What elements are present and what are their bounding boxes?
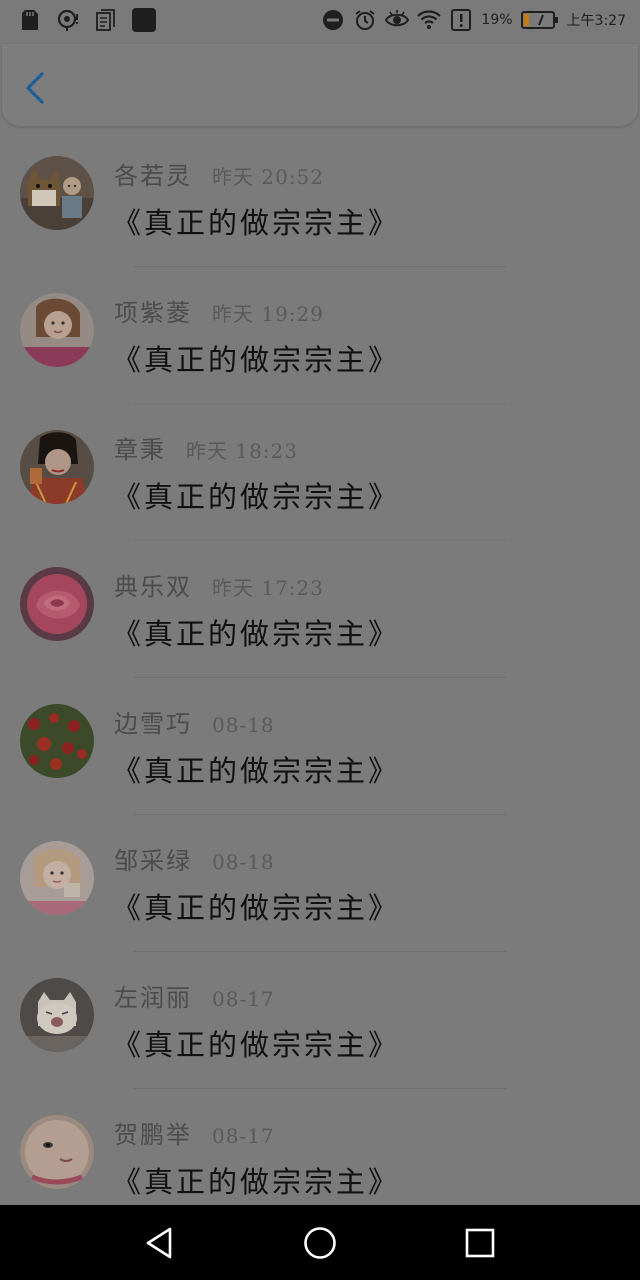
avatar[interactable] [20, 430, 94, 504]
app-icon [132, 8, 156, 32]
item-meta: 章秉 昨天 18:23 [114, 430, 298, 465]
item-meta: 左润丽 08-17 [114, 978, 275, 1013]
timestamp: 昨天 18:23 [186, 439, 298, 463]
timestamp: 昨天 19:29 [212, 302, 324, 326]
user-name: 典乐双 [114, 573, 192, 601]
wifi-icon [417, 10, 442, 29]
timestamp: 08-18 [212, 850, 275, 874]
navigation-bar [0, 1205, 640, 1280]
item-meta: 项紫菱 昨天 19:29 [114, 293, 324, 328]
recents-square-icon[interactable] [460, 1223, 500, 1263]
list-item[interactable]: 各若灵 昨天 20:52 《真正的做宗宗主》 [0, 130, 640, 267]
list-item[interactable]: 典乐双 昨天 17:23 《真正的做宗宗主》 [0, 541, 640, 678]
message-content: 《真正的做宗宗主》 [112, 754, 401, 788]
status-right-icons: 19% 上午3:27 [321, 8, 626, 32]
document-icon [96, 9, 115, 31]
user-name: 邹采绿 [114, 847, 192, 875]
avatar[interactable] [20, 567, 94, 641]
alert-icon [451, 9, 472, 31]
battery-icon [520, 11, 558, 29]
user-name: 项紫菱 [114, 299, 192, 327]
timestamp: 昨天 17:23 [212, 576, 324, 600]
status-time: 上午3:27 [566, 13, 626, 29]
item-meta: 边雪巧 08-18 [114, 704, 275, 739]
message-content: 《真正的做宗宗主》 [112, 206, 401, 240]
location-icon [57, 9, 79, 31]
user-name: 贺鹏举 [114, 1121, 192, 1149]
sd-card-icon [22, 10, 38, 30]
avatar[interactable] [20, 978, 94, 1052]
chevron-left-icon[interactable] [18, 68, 54, 108]
alarm-icon [355, 10, 376, 30]
back-triangle-icon[interactable] [140, 1223, 180, 1263]
item-meta: 贺鹏举 08-17 [114, 1115, 275, 1150]
message-content: 《真正的做宗宗主》 [112, 480, 401, 514]
avatar[interactable] [20, 293, 94, 367]
list-item[interactable]: 边雪巧 08-18 《真正的做宗宗主》 [0, 678, 640, 815]
battery-percent: 19% [481, 12, 513, 28]
user-name: 各若灵 [114, 162, 192, 190]
message-content: 《真正的做宗宗主》 [112, 891, 401, 925]
message-list: 各若灵 昨天 20:52 《真正的做宗宗主》 项紫菱 昨天 19:29 《真正的做宗宗主》… [0, 130, 640, 1226]
message-content: 《真正的做宗宗主》 [112, 1028, 401, 1062]
timestamp: 08-17 [212, 1124, 275, 1148]
item-meta: 邹采绿 08-18 [114, 841, 275, 876]
avatar[interactable] [20, 704, 94, 778]
timestamp: 昨天 20:52 [212, 165, 324, 189]
list-item[interactable]: 章秉 昨天 18:23 《真正的做宗宗主》 [0, 404, 640, 541]
item-meta: 各若灵 昨天 20:52 [114, 156, 324, 191]
timestamp: 08-17 [212, 987, 275, 1011]
avatar[interactable] [20, 1115, 94, 1189]
timestamp: 08-18 [212, 713, 275, 737]
eye-icon [385, 10, 410, 27]
user-name: 左润丽 [114, 984, 192, 1012]
status-left-icons [18, 8, 156, 32]
message-content: 《真正的做宗宗主》 [112, 617, 401, 651]
user-name: 章秉 [114, 436, 166, 464]
list-item[interactable]: 左润丽 08-17 《真正的做宗宗主》 [0, 952, 640, 1089]
status-bar: 19% 上午3:27 [0, 0, 640, 44]
item-meta: 典乐双 昨天 17:23 [114, 567, 324, 602]
avatar[interactable] [20, 156, 94, 230]
message-content: 《真正的做宗宗主》 [112, 343, 401, 377]
list-item[interactable]: 邹采绿 08-18 《真正的做宗宗主》 [0, 815, 640, 952]
user-name: 边雪巧 [114, 710, 192, 738]
avatar[interactable] [20, 841, 94, 915]
app-header [2, 44, 638, 126]
home-circle-icon[interactable] [300, 1223, 340, 1263]
do-not-disturb-icon [323, 10, 344, 30]
list-item[interactable]: 项紫菱 昨天 19:29 《真正的做宗宗主》 [0, 267, 640, 404]
message-content: 《真正的做宗宗主》 [112, 1165, 401, 1199]
